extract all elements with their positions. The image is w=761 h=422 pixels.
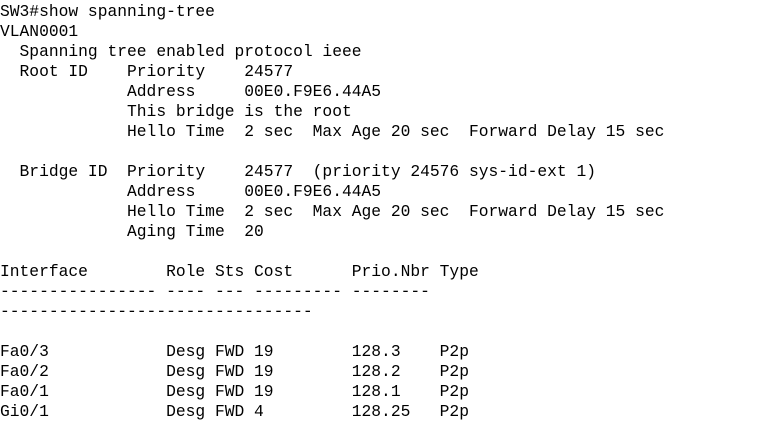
bridge-aging-line: Aging Time 20 xyxy=(0,222,264,241)
root-id-priority-line: Root ID Priority 24577 xyxy=(0,62,294,81)
table-row: Fa0/3 Desg FWD 19 128.3 P2p xyxy=(0,342,469,361)
bridge-timers-line: Hello Time 2 sec Max Age 20 sec Forward … xyxy=(0,202,665,221)
bridge-id-address-line: Address 00E0.F9E6.44A5 xyxy=(0,182,382,201)
table-header-line: Interface Role Sts Cost Prio.Nbr Type xyxy=(0,262,479,281)
table-row: Fa0/1 Desg FWD 19 128.1 P2p xyxy=(0,382,469,401)
table-row: Gi0/1 Desg FWD 4 128.25 P2p xyxy=(0,402,469,421)
bridge-id-priority-line: Bridge ID Priority 24577 (priority 24576… xyxy=(0,162,596,181)
command-prompt-line: SW3#show spanning-tree xyxy=(0,2,215,21)
table-separator-line: -------------------------------- xyxy=(0,302,313,321)
table-row: Fa0/2 Desg FWD 19 128.2 P2p xyxy=(0,362,469,381)
protocol-line: Spanning tree enabled protocol ieee xyxy=(0,42,362,61)
root-timers-line: Hello Time 2 sec Max Age 20 sec Forward … xyxy=(0,122,665,141)
terminal-output[interactable]: SW3#show spanning-tree VLAN0001 Spanning… xyxy=(0,0,761,421)
root-id-address-line: Address 00E0.F9E6.44A5 xyxy=(0,82,382,101)
vlan-line: VLAN0001 xyxy=(0,22,79,41)
root-note-line: This bridge is the root xyxy=(0,102,352,121)
table-separator-line: ---------------- ---- --- --------- ----… xyxy=(0,282,430,301)
